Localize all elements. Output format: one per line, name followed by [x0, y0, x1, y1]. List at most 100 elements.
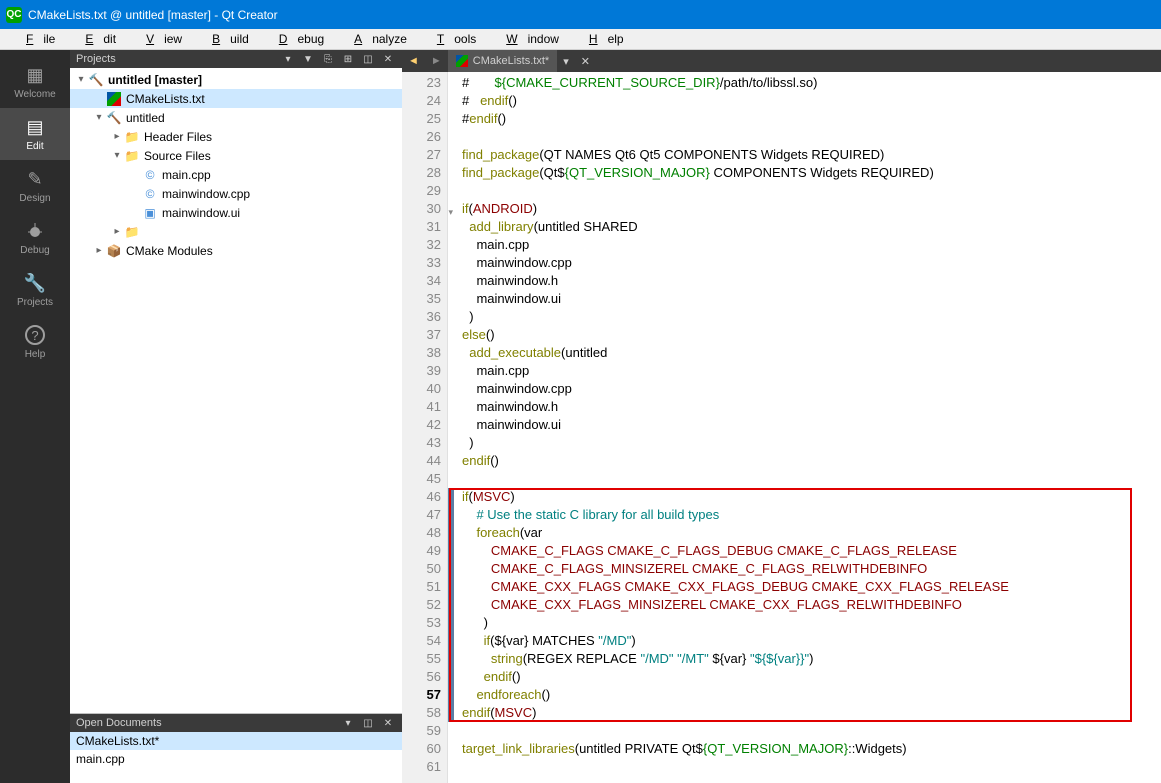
line-number[interactable]: 48▾ [402, 524, 441, 542]
code-line[interactable]: find_package(Qt${QT_VERSION_MAJOR} COMPO… [462, 164, 1161, 182]
line-number[interactable]: 47 [402, 506, 441, 524]
line-number[interactable]: 38 [402, 344, 441, 362]
editor-body[interactable]: 2324252627282930▾31323334353637383940414… [402, 72, 1161, 783]
code-line[interactable]: mainwindow.h [462, 398, 1161, 416]
code-line[interactable]: endif() [462, 668, 1161, 686]
line-number[interactable]: 37 [402, 326, 441, 344]
menu-window[interactable]: Window [486, 30, 569, 48]
line-number[interactable]: 41 [402, 398, 441, 416]
tree-toggle-icon[interactable]: ▾ [92, 112, 106, 123]
code-line[interactable]: ) [462, 614, 1161, 632]
close-panel-icon[interactable]: ✕ [380, 52, 396, 66]
mode-edit[interactable]: ▤Edit [0, 108, 70, 160]
code-line[interactable] [462, 470, 1161, 488]
line-number[interactable]: 29 [402, 182, 441, 200]
line-number[interactable]: 43 [402, 434, 441, 452]
opendocs-list[interactable]: CMakeLists.txt*main.cpp [70, 732, 402, 783]
menu-view[interactable]: View [126, 30, 192, 48]
line-number[interactable]: 40 [402, 380, 441, 398]
menu-debug[interactable]: Debug [259, 30, 334, 48]
line-number[interactable]: 28 [402, 164, 441, 182]
code-line[interactable]: mainwindow.cpp [462, 380, 1161, 398]
code-line[interactable] [462, 182, 1161, 200]
tree-toggle-icon[interactable]: ▸ [110, 131, 124, 142]
line-number[interactable]: 35 [402, 290, 441, 308]
code-line[interactable]: CMAKE_C_FLAGS CMAKE_C_FLAGS_DEBUG CMAKE_… [462, 542, 1161, 560]
line-number[interactable]: 39 [402, 362, 441, 380]
tree-toggle-icon[interactable]: ▾ [110, 150, 124, 161]
code-line[interactable]: mainwindow.cpp [462, 254, 1161, 272]
tree-item[interactable]: ▾🔨untitled [70, 108, 402, 127]
nav-fwd-icon[interactable]: ► [425, 55, 448, 67]
code-line[interactable]: if(MSVC) [462, 488, 1161, 506]
code-line[interactable]: add_library(untitled SHARED [462, 218, 1161, 236]
line-number[interactable]: 59 [402, 722, 441, 740]
dropdown-icon[interactable]: ▾ [280, 52, 296, 66]
tree-item[interactable]: ▣mainwindow.ui [70, 203, 402, 222]
menu-edit[interactable]: Edit [65, 30, 126, 48]
code-line[interactable]: main.cpp [462, 236, 1161, 254]
code-line[interactable]: # Use the static C library for all build… [462, 506, 1161, 524]
code-line[interactable] [462, 758, 1161, 776]
tree-toggle-icon[interactable]: ▾ [74, 74, 88, 85]
opendoc-item[interactable]: main.cpp [70, 750, 402, 768]
close-panel-icon[interactable]: ✕ [380, 716, 396, 730]
project-tree[interactable]: ▾🔨untitled [master]CMakeLists.txt▾🔨untit… [70, 68, 402, 713]
code-line[interactable]: main.cpp [462, 362, 1161, 380]
line-number[interactable]: 49 [402, 542, 441, 560]
code-line[interactable]: CMAKE_C_FLAGS_MINSIZEREL CMAKE_C_FLAGS_R… [462, 560, 1161, 578]
line-number[interactable]: 23 [402, 74, 441, 92]
line-number[interactable]: 54▾ [402, 632, 441, 650]
menu-analyze[interactable]: Analyze [334, 30, 417, 48]
line-number[interactable]: 30▾ [402, 200, 441, 218]
menu-build[interactable]: Build [192, 30, 259, 48]
line-number[interactable]: 25 [402, 110, 441, 128]
code-line[interactable]: foreach(var [462, 524, 1161, 542]
dropdown-icon[interactable]: ▾ [340, 716, 356, 730]
code-line[interactable]: #endif() [462, 110, 1161, 128]
menu-file[interactable]: File [6, 30, 65, 48]
mode-welcome[interactable]: ▦Welcome [0, 56, 70, 108]
code-line[interactable]: mainwindow.ui [462, 416, 1161, 434]
line-number[interactable]: 50 [402, 560, 441, 578]
mode-help[interactable]: ?Help [0, 316, 70, 368]
code-line[interactable]: # endif() [462, 92, 1161, 110]
nav-back-icon[interactable]: ◄ [402, 55, 425, 67]
tree-item[interactable]: ©mainwindow.cpp [70, 184, 402, 203]
code-line[interactable]: CMAKE_CXX_FLAGS_MINSIZEREL CMAKE_CXX_FLA… [462, 596, 1161, 614]
line-number[interactable]: 58 [402, 704, 441, 722]
code-line[interactable]: if(${var} MATCHES "/MD") [462, 632, 1161, 650]
mode-debug[interactable]: Debug [0, 212, 70, 264]
line-number[interactable]: 36 [402, 308, 441, 326]
line-number[interactable]: 42 [402, 416, 441, 434]
line-number[interactable]: 44 [402, 452, 441, 470]
line-number[interactable]: 57 [402, 686, 441, 704]
code-line[interactable]: endif(MSVC) [462, 704, 1161, 722]
mode-design[interactable]: ✎Design [0, 160, 70, 212]
code-line[interactable]: add_executable(untitled [462, 344, 1161, 362]
code-line[interactable]: ) [462, 434, 1161, 452]
line-number[interactable]: 60 [402, 740, 441, 758]
line-number[interactable]: 33 [402, 254, 441, 272]
line-number[interactable]: 52 [402, 596, 441, 614]
split-icon[interactable]: ◫ [360, 716, 376, 730]
tree-toggle-icon[interactable]: ▸ [92, 245, 106, 256]
tree-item[interactable]: ©main.cpp [70, 165, 402, 184]
code-line[interactable]: string(REGEX REPLACE "/MD" "/MT" ${var} … [462, 650, 1161, 668]
split-icon[interactable]: ◫ [360, 52, 376, 66]
code-line[interactable]: CMAKE_CXX_FLAGS CMAKE_CXX_FLAGS_DEBUG CM… [462, 578, 1161, 596]
line-number[interactable]: 24 [402, 92, 441, 110]
code-line[interactable]: ) [462, 308, 1161, 326]
line-number[interactable]: 56 [402, 668, 441, 686]
menu-help[interactable]: Help [569, 30, 634, 48]
line-number[interactable]: 51 [402, 578, 441, 596]
editor-tab[interactable]: CMakeLists.txt* [448, 50, 557, 72]
line-number[interactable]: 46▾ [402, 488, 441, 506]
code-line[interactable]: target_link_libraries(untitled PRIVATE Q… [462, 740, 1161, 758]
add-icon[interactable]: ⊞ [340, 52, 356, 66]
mode-projects[interactable]: 🔧Projects [0, 264, 70, 316]
tab-close-icon[interactable]: ✕ [575, 55, 596, 68]
code-line[interactable]: if(ANDROID) [462, 200, 1161, 218]
code-line[interactable] [462, 722, 1161, 740]
code-line[interactable]: find_package(QT NAMES Qt6 Qt5 COMPONENTS… [462, 146, 1161, 164]
